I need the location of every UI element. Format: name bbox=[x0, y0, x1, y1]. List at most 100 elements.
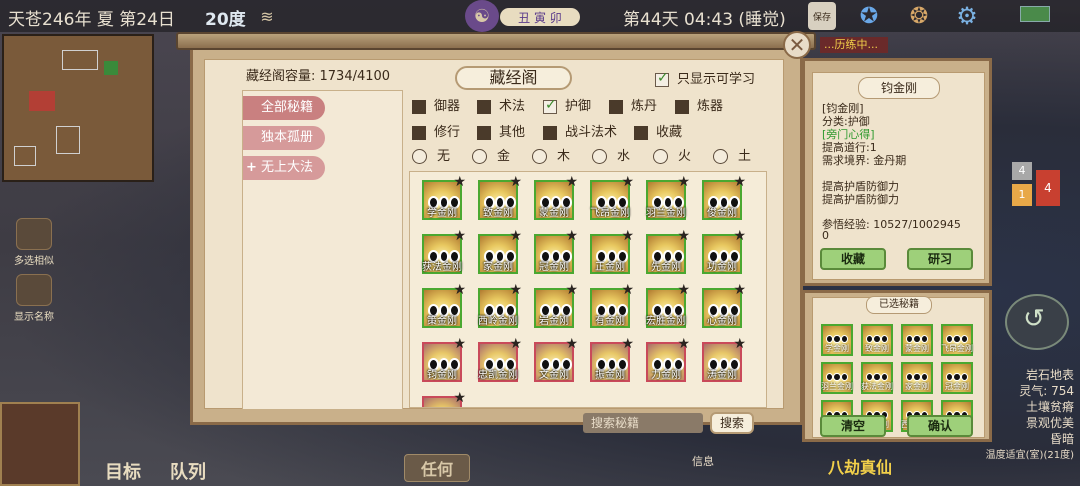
manual-item[interactable]: ★ 致金刚 bbox=[478, 175, 522, 220]
filter-lianqi[interactable]: 炼器 bbox=[675, 95, 723, 114]
gourd-item-slot[interactable] bbox=[0, 402, 80, 486]
selected-manual-item[interactable]: 冠金刚 bbox=[941, 362, 973, 394]
detail-effect-2: 提高护盾防御力 bbox=[822, 193, 899, 206]
manual-item[interactable]: ★ 功金刚 bbox=[702, 229, 746, 274]
close-button[interactable]: ✕ bbox=[783, 31, 811, 59]
manual-item[interactable]: ★ 策金刚 bbox=[422, 283, 466, 328]
back-button[interactable]: ↺ bbox=[1005, 294, 1069, 350]
selected-manual-item[interactable]: 学金刚 bbox=[821, 324, 853, 356]
study-button[interactable]: 研习 bbox=[907, 248, 973, 270]
star-icon: ★ bbox=[453, 282, 466, 298]
manual-name: 蒙金刚 bbox=[539, 208, 569, 219]
save-button[interactable]: 保存 bbox=[808, 2, 836, 30]
element-metal[interactable]: 金 bbox=[472, 145, 510, 164]
star-icon: ★ bbox=[733, 282, 746, 298]
filter-shufa[interactable]: 术法 bbox=[477, 95, 525, 114]
target-button[interactable]: 目标 bbox=[105, 458, 141, 484]
filter-xiuxing[interactable]: 修行 bbox=[412, 121, 460, 140]
show-names-button[interactable]: 显示名称 bbox=[8, 274, 60, 323]
manual-name: 学金刚 bbox=[427, 208, 457, 219]
manual-item[interactable]: ★ 钧金刚 bbox=[422, 337, 466, 382]
manual-item[interactable]: ★ 俊金刚 bbox=[702, 175, 746, 220]
filter-huyu[interactable]: 护御 bbox=[543, 95, 591, 114]
element-fire[interactable]: 火 bbox=[653, 145, 691, 164]
temperature-text: 20度 bbox=[205, 10, 246, 30]
filter-liandan[interactable]: 炼丹 bbox=[609, 95, 657, 114]
element-water[interactable]: 水 bbox=[592, 145, 630, 164]
selected-manual-item[interactable]: 飞昂金刚 bbox=[941, 324, 973, 356]
team-button[interactable]: 队列 bbox=[170, 458, 206, 484]
manual-item[interactable]: ★ 忠凯金刚 bbox=[478, 337, 522, 382]
minimap[interactable] bbox=[2, 34, 154, 182]
clear-button[interactable]: 清空 bbox=[820, 415, 886, 437]
filter-label: 战斗法术 bbox=[565, 125, 618, 140]
manual-item[interactable]: ★ 文金刚 bbox=[534, 337, 578, 382]
element-wood[interactable]: 木 bbox=[532, 145, 570, 164]
confirm-button[interactable]: 确认 bbox=[907, 415, 973, 437]
selected-manual-item[interactable]: 获法金刚 bbox=[861, 362, 893, 394]
manual-item[interactable]: ★ 先金刚 bbox=[646, 229, 690, 274]
badge[interactable]: 1 bbox=[1012, 184, 1032, 206]
badge[interactable]: 4 bbox=[1036, 170, 1060, 206]
manual-item[interactable]: ★ 羽兰金刚 bbox=[646, 175, 690, 220]
manual-name: 羽兰金刚 bbox=[821, 382, 853, 391]
manual-name: 飞昂金刚 bbox=[590, 208, 630, 219]
selected-manual-item[interactable]: 致金刚 bbox=[861, 324, 893, 356]
filter-combat-spell[interactable]: 战斗法术 bbox=[543, 121, 617, 140]
manual-item[interactable]: ★ 蒙金刚 bbox=[534, 175, 578, 220]
element-none[interactable]: 无 bbox=[412, 145, 450, 164]
compass-icon[interactable]: ✪ bbox=[855, 2, 883, 30]
manual-item[interactable]: ★ 宏胜金刚 bbox=[646, 283, 690, 328]
element-earth[interactable]: 土 bbox=[713, 145, 751, 164]
filter-favorite[interactable]: 收藏 bbox=[634, 121, 682, 140]
selected-manual-item[interactable]: 家金刚 bbox=[901, 362, 933, 394]
close-icon: ✕ bbox=[788, 33, 806, 57]
search-button[interactable]: 搜索 bbox=[710, 412, 754, 434]
multi-select-button[interactable]: 多选相似 bbox=[8, 218, 60, 267]
multi-select-icon bbox=[16, 218, 52, 250]
manual-item[interactable]: ★ 获法金刚 bbox=[422, 229, 466, 274]
manual-item[interactable]: ★ 涛金刚 bbox=[702, 337, 746, 382]
detail-title: 钧金刚 bbox=[858, 77, 940, 99]
selected-title: 已选秘籍 bbox=[866, 296, 932, 314]
element-label: 木 bbox=[557, 149, 571, 164]
manual-item[interactable]: ★ 岩金刚 bbox=[534, 283, 578, 328]
gear-icon[interactable]: ⚙ bbox=[953, 2, 981, 30]
manual-name: 钧金刚 bbox=[427, 370, 457, 381]
info-button[interactable]: 信息 bbox=[690, 454, 716, 468]
radio bbox=[592, 149, 607, 164]
tab-unique-copies[interactable]: 独本孤册 bbox=[243, 126, 325, 150]
filter-qita[interactable]: 其他 bbox=[477, 121, 525, 140]
selected-manual-item[interactable]: 蒙金刚 bbox=[901, 324, 933, 356]
palette-icon[interactable]: ❂ bbox=[905, 2, 933, 30]
manual-item[interactable]: ★ bbox=[422, 391, 466, 407]
manual-item[interactable]: ★ 飞昂金刚 bbox=[590, 175, 634, 220]
filter-yuqi[interactable]: 御器 bbox=[412, 95, 460, 114]
manual-item[interactable]: ★ 西岭金刚 bbox=[478, 283, 522, 328]
day-time-text: 第44天 04:43 (睡觉) bbox=[623, 10, 786, 30]
manual-item[interactable]: ★ 学金刚 bbox=[422, 175, 466, 220]
selected-manual-item[interactable]: 羽兰金刚 bbox=[821, 362, 853, 394]
manual-item[interactable]: ★ 家金刚 bbox=[478, 229, 522, 274]
manual-item[interactable]: ★ 力金刚 bbox=[646, 337, 690, 382]
manual-item[interactable]: ★ 冠金刚 bbox=[534, 229, 578, 274]
yin-yang-icon[interactable]: ☯ bbox=[465, 0, 499, 32]
badge[interactable]: 4 bbox=[1012, 162, 1032, 180]
only-learnable-checkbox[interactable]: 只显示可学习 bbox=[655, 68, 755, 87]
checkbox bbox=[543, 125, 557, 140]
tab-all-manuals[interactable]: 全部秘籍 bbox=[243, 96, 325, 120]
manual-item[interactable]: ★ 心金刚 bbox=[702, 283, 746, 328]
tab-supreme-methods[interactable]: + 无上大法 bbox=[243, 156, 325, 180]
collect-button[interactable]: 收藏 bbox=[820, 248, 886, 270]
manual-item[interactable]: ★ 有金刚 bbox=[590, 283, 634, 328]
manual-item[interactable]: ★ 正金刚 bbox=[590, 229, 634, 274]
star-icon: ★ bbox=[565, 282, 578, 298]
search-input[interactable]: 搜索秘籍 bbox=[583, 413, 703, 433]
manual-name: 学金刚 bbox=[825, 344, 849, 353]
manual-name: 家金刚 bbox=[905, 382, 929, 391]
any-select-dropdown[interactable]: 任何 bbox=[404, 454, 470, 482]
manual-item[interactable]: ★ 振金刚 bbox=[590, 337, 634, 382]
status-bar: 天苍246年 夏 第24日 20度 ≋ ☯ 丑 寅 卯 第44天 04:43 (… bbox=[0, 0, 1080, 32]
manual-name: 获法金刚 bbox=[422, 262, 462, 273]
checkbox bbox=[634, 125, 648, 140]
